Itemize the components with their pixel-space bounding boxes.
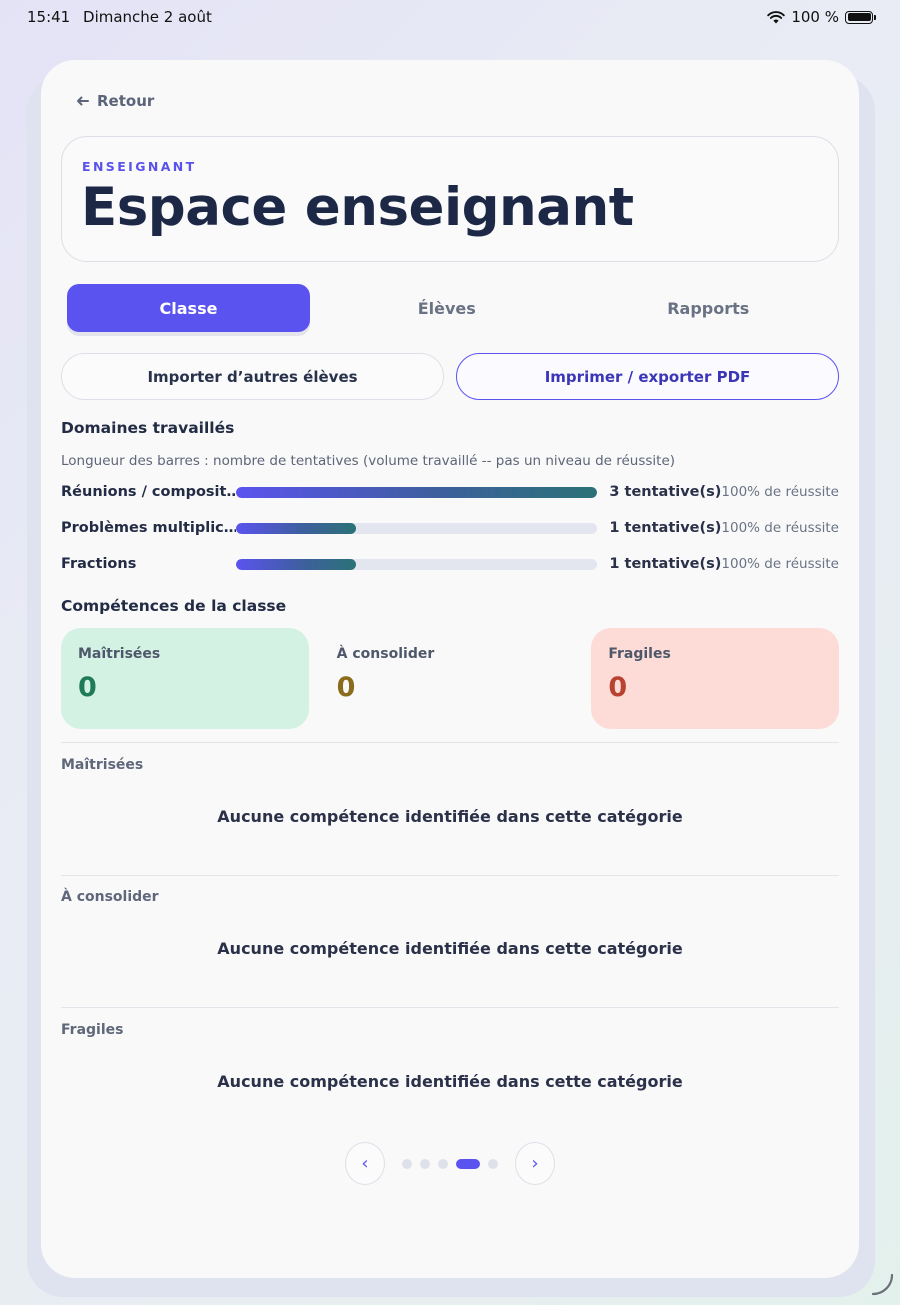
back-button[interactable]: Retour <box>76 90 154 112</box>
status-bar: 15:41 Dimanche 2 août 100 % <box>0 0 900 34</box>
competences-title: Compétences de la classe <box>61 597 287 615</box>
category-label: Fragiles <box>61 1022 124 1038</box>
page-title: Espace enseignant <box>81 177 634 238</box>
category-label: À consolider <box>61 889 159 905</box>
tab-eleves[interactable]: Élèves <box>316 280 578 336</box>
domain-bar-fill <box>235 558 357 570</box>
page-dot[interactable] <box>420 1158 430 1169</box>
category-label: Maîtrisées <box>61 757 144 773</box>
domain-attempts: 3 tentative(s) <box>609 484 722 500</box>
battery-percent: 100 % <box>791 8 839 26</box>
page-dot[interactable] <box>402 1158 412 1169</box>
stat-mastered: Maîtrisées 0 <box>61 628 309 729</box>
page-dot-active[interactable] <box>456 1158 480 1169</box>
stat-fragile: Fragiles 0 <box>591 628 840 729</box>
divider <box>61 742 839 743</box>
domain-row: Problèmes multiplic… 1 tentative(s) 100%… <box>61 517 839 539</box>
import-students-button[interactable]: Importer d’autres élèves <box>61 353 444 400</box>
wifi-icon <box>767 10 786 23</box>
arrow-left-icon <box>77 96 89 106</box>
empty-message: Aucune compétence identifiée dans cette … <box>217 1072 683 1091</box>
pager: ‹ › <box>345 1142 555 1185</box>
domain-success: 100% de réussite <box>721 520 839 536</box>
domain-bar-track <box>235 486 598 498</box>
resize-handle-icon <box>871 1273 894 1296</box>
stat-to-consolidate: À consolider 0 <box>333 628 568 729</box>
status-date: Dimanche 2 août <box>83 8 212 26</box>
stat-label: Fragiles <box>608 646 671 662</box>
back-label: Retour <box>97 92 155 110</box>
action-row: Importer d’autres élèves Imprimer / expo… <box>61 353 839 400</box>
domain-attempts: 1 tentative(s) <box>609 556 722 572</box>
domains-note: Longueur des barres : nombre de tentativ… <box>61 453 676 469</box>
empty-message: Aucune compétence identifiée dans cette … <box>217 807 683 826</box>
competence-stats: Maîtrisées 0 À consolider 0 Fragiles 0 <box>61 628 840 729</box>
previous-page-button[interactable]: ‹ <box>345 1142 385 1185</box>
stat-label: Maîtrisées <box>78 646 161 662</box>
tab-classe[interactable]: Classe <box>67 284 310 332</box>
status-time: 15:41 <box>27 8 71 26</box>
divider <box>61 875 839 876</box>
empty-message: Aucune compétence identifiée dans cette … <box>217 939 683 958</box>
next-page-button[interactable]: › <box>515 1142 555 1185</box>
battery-icon <box>845 10 876 24</box>
domain-success: 100% de réussite <box>721 484 839 500</box>
domain-success: 100% de réussite <box>721 556 839 572</box>
export-pdf-button[interactable]: Imprimer / exporter PDF <box>456 353 839 400</box>
domain-name: Fractions <box>61 556 137 572</box>
domain-attempts: 1 tentative(s) <box>609 520 722 536</box>
tab-rapports[interactable]: Rapports <box>578 280 840 336</box>
domain-bar-fill <box>235 522 357 534</box>
domain-name: Réunions / composit… <box>61 484 236 500</box>
page-dot[interactable] <box>438 1158 448 1169</box>
stat-label: À consolider <box>336 646 435 662</box>
domain-bar-track <box>235 558 598 570</box>
stat-value: 0 <box>336 672 356 703</box>
tab-bar: Classe Élèves Rapports <box>61 280 839 336</box>
domain-row: Fractions 1 tentative(s) 100% de réussit… <box>61 553 839 575</box>
domain-row: Réunions / composit… 3 tentative(s) 100%… <box>61 481 839 503</box>
domain-bar-track <box>235 522 598 534</box>
divider <box>61 1007 839 1008</box>
role-eyebrow: ENSEIGNANT <box>82 159 197 174</box>
domain-name: Problèmes multiplic… <box>61 520 236 536</box>
stat-value: 0 <box>78 672 97 703</box>
stat-value: 0 <box>608 672 628 703</box>
domain-bar-fill <box>235 486 598 498</box>
page-header: ENSEIGNANT Espace enseignant <box>61 136 839 262</box>
page-dots <box>402 1158 498 1169</box>
domains-title: Domaines travaillés <box>61 419 235 437</box>
page-dot[interactable] <box>488 1158 498 1169</box>
